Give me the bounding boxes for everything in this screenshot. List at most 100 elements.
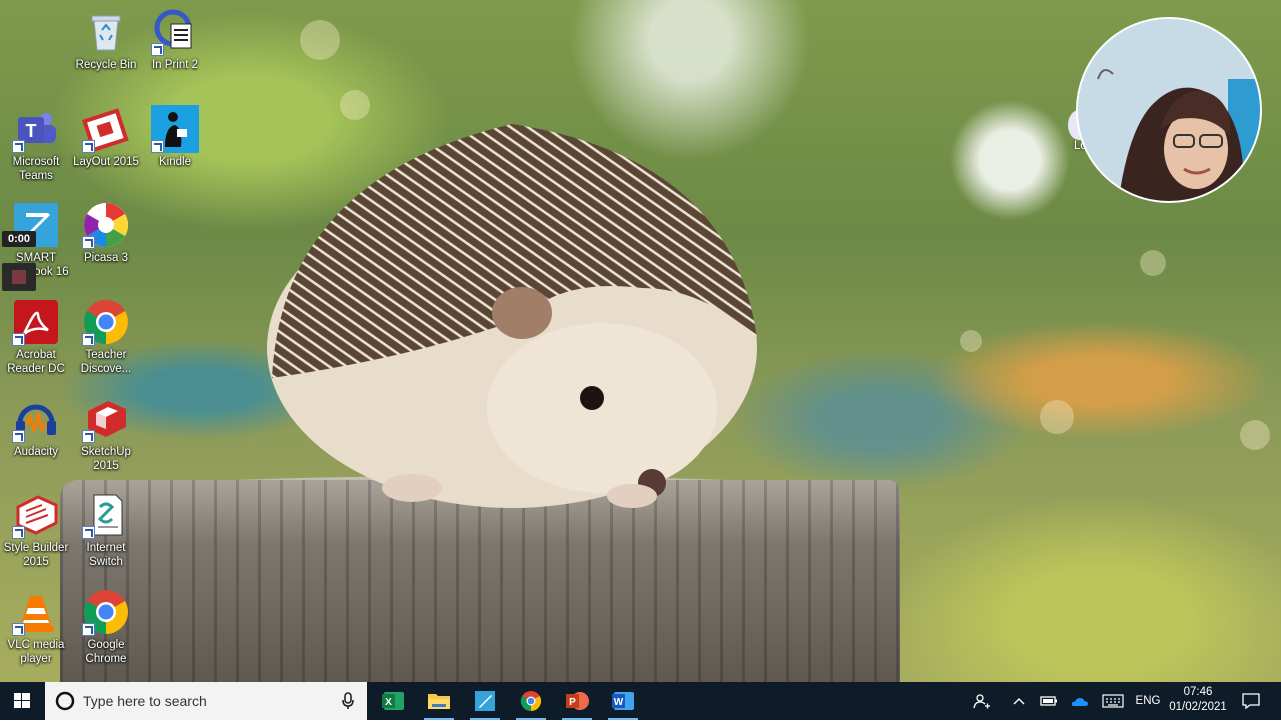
tree-stump bbox=[60, 480, 900, 682]
desktop-icon-teacher-discovery[interactable]: Teacher Discove... bbox=[70, 298, 142, 376]
taskbar-search-box[interactable]: Type here to search bbox=[45, 682, 367, 720]
recording-timer: 0:00 bbox=[2, 231, 36, 247]
onedrive-cloud-icon bbox=[1071, 698, 1088, 706]
touch-keyboard-button[interactable] bbox=[1100, 682, 1126, 720]
desktop-icon-label: Google Chrome bbox=[85, 639, 127, 665]
shortcut-arrow-icon bbox=[82, 236, 95, 249]
battery-button[interactable] bbox=[1038, 682, 1060, 720]
style-builder-icon bbox=[12, 491, 60, 539]
desktop-icon-audacity[interactable]: Audacity bbox=[0, 395, 72, 459]
taskbar-word[interactable]: W bbox=[600, 682, 646, 720]
taskbar-file-explorer[interactable] bbox=[416, 682, 462, 720]
in-print-icon bbox=[151, 8, 199, 56]
taskbar-powerpoint[interactable]: P bbox=[554, 682, 600, 720]
shortcut-arrow-icon bbox=[12, 140, 25, 153]
webcam-overlay bbox=[1076, 17, 1262, 203]
desktop-icon-label: Kindle bbox=[159, 156, 191, 168]
shortcut-arrow-icon bbox=[12, 430, 25, 443]
shortcut-arrow-icon bbox=[82, 526, 95, 539]
shortcut-arrow-icon bbox=[12, 623, 25, 636]
desktop-icon-label: Acrobat Reader DC bbox=[7, 349, 65, 375]
excel-icon: X bbox=[382, 692, 404, 710]
desktop-icon-label: LayOut 2015 bbox=[73, 156, 139, 168]
people-button[interactable] bbox=[970, 682, 994, 720]
taskbar-clock[interactable]: 07:46 01/02/2021 bbox=[1168, 685, 1228, 715]
taskbar: Type here to search X P W ENG 07:46 01/0… bbox=[0, 682, 1281, 720]
taskbar-chrome[interactable] bbox=[508, 682, 554, 720]
desktop-icon-label: Audacity bbox=[13, 446, 59, 458]
shortcut-arrow-icon bbox=[82, 430, 95, 443]
teams-icon: T bbox=[12, 105, 60, 153]
clock-date: 01/02/2021 bbox=[1169, 701, 1227, 713]
desktop-icon-label: Recycle Bin bbox=[75, 59, 137, 71]
svg-text:P: P bbox=[569, 697, 576, 708]
chrome-icon bbox=[82, 298, 130, 346]
shortcut-arrow-icon bbox=[12, 526, 25, 539]
desktop-icon-label: Picasa 3 bbox=[83, 252, 129, 264]
taskbar-smart-notebook[interactable] bbox=[462, 682, 508, 720]
people-icon bbox=[973, 694, 990, 709]
desktop-icon-teams[interactable]: T Microsoft Teams bbox=[0, 105, 72, 183]
chrome-icon bbox=[520, 691, 542, 712]
svg-text:W: W bbox=[614, 697, 624, 708]
shortcut-arrow-icon bbox=[82, 623, 95, 636]
shortcut-arrow-icon bbox=[151, 43, 164, 56]
desktop-icon-acrobat[interactable]: Acrobat Reader DC bbox=[0, 298, 72, 376]
kindle-icon bbox=[151, 105, 199, 153]
recycle-bin-icon bbox=[82, 8, 130, 56]
chrome-icon bbox=[82, 588, 130, 636]
input-language-button[interactable]: ENG bbox=[1134, 682, 1162, 720]
keyboard-icon bbox=[1102, 694, 1124, 708]
desktop-icon-internet-switch[interactable]: Internet Switch bbox=[70, 491, 142, 569]
internet-switch-icon bbox=[82, 491, 130, 539]
start-button[interactable] bbox=[0, 682, 44, 720]
desktop-icon-kindle[interactable]: Kindle bbox=[139, 105, 211, 169]
search-placeholder: Type here to search bbox=[83, 693, 207, 709]
desktop-icon-label: In Print 2 bbox=[151, 59, 199, 71]
desktop-icon-in-print[interactable]: In Print 2 bbox=[139, 8, 211, 72]
shortcut-arrow-icon bbox=[151, 140, 164, 153]
show-hidden-icons-button[interactable] bbox=[1008, 682, 1030, 720]
svg-text:X: X bbox=[385, 697, 392, 708]
smart-notebook-icon bbox=[475, 691, 495, 711]
action-center-button[interactable] bbox=[1236, 682, 1266, 720]
desktop-icon-google-chrome[interactable]: Google Chrome bbox=[70, 588, 142, 666]
battery-icon bbox=[1040, 696, 1057, 706]
shortcut-arrow-icon bbox=[82, 140, 95, 153]
powerpoint-icon: P bbox=[566, 692, 589, 710]
desktop-icon-recycle-bin[interactable]: Recycle Bin bbox=[70, 8, 142, 72]
onedrive-button[interactable] bbox=[1068, 682, 1092, 720]
picasa-icon bbox=[82, 201, 130, 249]
svg-text:T: T bbox=[26, 121, 37, 141]
webcam-feed bbox=[1078, 19, 1260, 201]
acrobat-icon bbox=[12, 298, 60, 346]
shortcut-arrow-icon bbox=[12, 333, 25, 346]
vlc-icon bbox=[12, 588, 60, 636]
desktop-icon-sketchup[interactable]: SketchUp 2015 bbox=[70, 395, 142, 473]
shortcut-arrow-icon bbox=[82, 333, 95, 346]
layout-icon bbox=[82, 105, 130, 153]
folder-icon bbox=[428, 694, 450, 709]
desktop-icon-label: VLC media player bbox=[7, 639, 65, 665]
desktop-icon-label: Internet Switch bbox=[86, 542, 126, 568]
notification-icon bbox=[1242, 693, 1260, 710]
desktop-icon-label: Microsoft Teams bbox=[12, 156, 60, 182]
audacity-icon bbox=[12, 395, 60, 443]
desktop-icon-label: Teacher Discove... bbox=[80, 349, 132, 375]
desktop-icon-layout[interactable]: LayOut 2015 bbox=[70, 105, 142, 169]
taskbar-excel[interactable]: X bbox=[370, 682, 416, 720]
desktop-icon-label: Style Builder 2015 bbox=[3, 542, 69, 568]
hedgehog-image bbox=[267, 124, 757, 508]
desktop-icon-vlc[interactable]: VLC media player bbox=[0, 588, 72, 666]
microphone-icon[interactable] bbox=[341, 692, 355, 710]
desktop-icon-style-builder[interactable]: Style Builder 2015 bbox=[0, 491, 72, 569]
recording-stop-button[interactable] bbox=[2, 263, 36, 291]
clock-time: 07:46 bbox=[1183, 686, 1213, 698]
sketchup-icon bbox=[82, 395, 130, 443]
cortana-icon bbox=[55, 691, 75, 711]
desktop-icon-label: SketchUp 2015 bbox=[81, 446, 131, 472]
windows-logo-icon bbox=[14, 693, 30, 708]
stop-icon bbox=[12, 270, 26, 284]
word-icon: W bbox=[612, 692, 634, 710]
desktop-icon-picasa[interactable]: Picasa 3 bbox=[70, 201, 142, 265]
